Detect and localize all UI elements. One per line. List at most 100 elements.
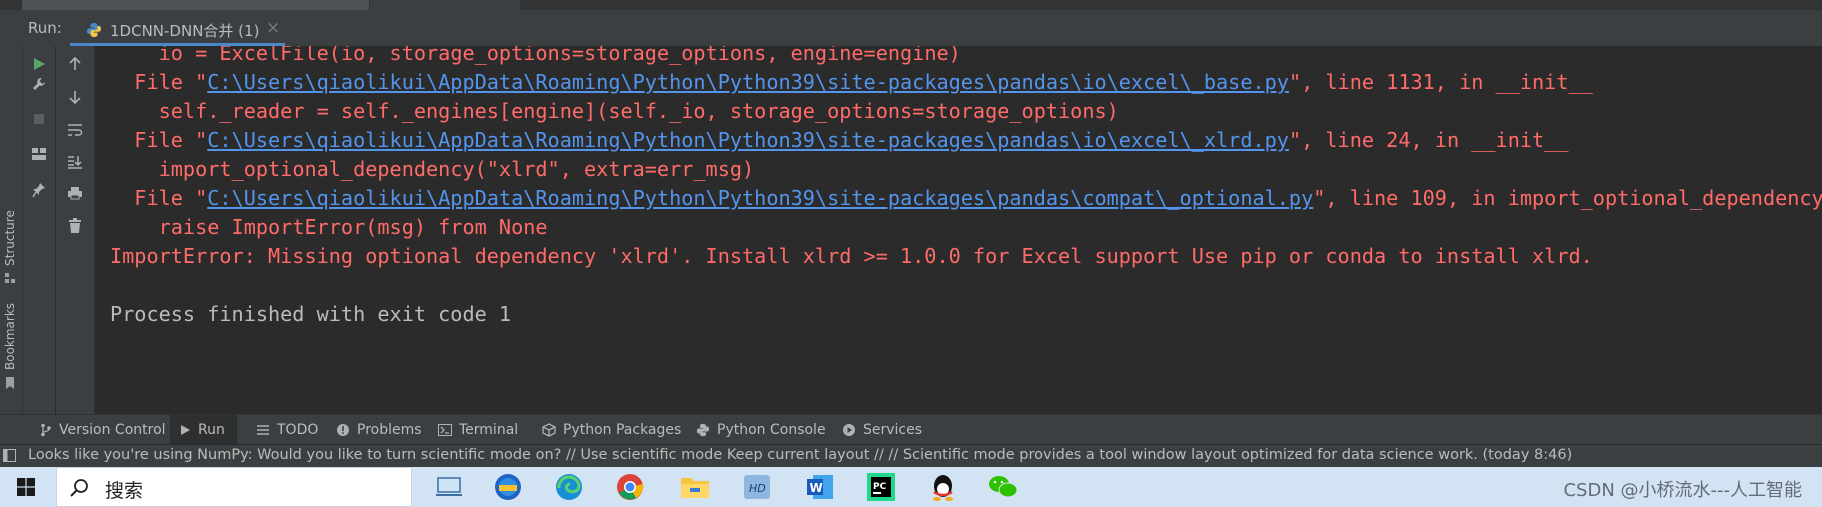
run-tab-title: 1DCNN-DNN合并 (1) (110, 22, 260, 40)
file-link[interactable]: C:\Users\qiaolikui\AppData\Roaming\Pytho… (207, 70, 1289, 94)
print-button[interactable] (63, 181, 87, 205)
wrench-icon (33, 78, 45, 90)
bookmarks-tab[interactable]: Bookmarks (3, 303, 17, 370)
qq-app[interactable] (918, 469, 968, 505)
horizontal-scroll-track (370, 0, 520, 10)
run-toolbar-right (56, 46, 95, 414)
tab-label: Python Console (717, 422, 826, 438)
pycharm-app[interactable]: PC (856, 469, 906, 505)
watermark: CSDN @小桥流水---人工智能 (1563, 480, 1802, 501)
folder-icon (681, 478, 709, 498)
hdd-tool-app[interactable]: HD (732, 469, 782, 505)
word-app[interactable]: W (795, 469, 845, 505)
python-icon (87, 23, 101, 37)
tab-label: Python Packages (563, 422, 682, 438)
tab-label: Version Control (59, 422, 166, 438)
python-console-icon (696, 423, 710, 437)
run-toolbar: Run: 1DCNN-DNN合并 (1) × (0, 10, 1822, 47)
tab-python-console[interactable]: Python Console (690, 415, 832, 445)
structure-icon (5, 273, 15, 283)
tab-services[interactable]: Services (836, 415, 928, 445)
pycharm-icon: PC (867, 473, 895, 501)
search-placeholder: 搜索 (105, 480, 144, 502)
bookmark-icon (6, 377, 14, 389)
status-bar: Looks like you're using NumPy: Would you… (0, 444, 1822, 467)
tab-label: Terminal (459, 422, 519, 438)
wechat-app[interactable] (978, 469, 1028, 505)
chrome-app[interactable] (605, 469, 655, 505)
search-icon (70, 479, 88, 497)
run-label: Run: (28, 19, 62, 37)
svg-text:PC: PC (873, 482, 887, 492)
stop-button[interactable] (27, 107, 51, 131)
status-message[interactable]: Looks like you're using NumPy: Would you… (28, 447, 1572, 463)
svg-text:W: W (810, 481, 823, 495)
tab-label: Problems (357, 422, 422, 438)
arrow-down-icon (69, 91, 81, 105)
stop-icon (34, 114, 44, 124)
wrap-icon (68, 124, 83, 136)
structure-tab[interactable]: Structure (3, 210, 17, 266)
scroll-up-button[interactable] (63, 52, 87, 76)
trash-icon (69, 218, 81, 233)
tab-terminal[interactable]: Terminal (432, 415, 524, 445)
edge-app[interactable] (544, 469, 594, 505)
top-scroll-strip (0, 0, 1822, 10)
globe-icon (495, 474, 521, 500)
tab-label: Services (863, 422, 923, 438)
tab-label: TODO (277, 422, 319, 438)
packages-icon (542, 423, 556, 437)
windows-icon (17, 478, 35, 496)
left-tool-strip: Structure Bookmarks (0, 46, 23, 414)
tab-todo[interactable]: TODO (250, 415, 324, 445)
settings-button[interactable] (27, 72, 51, 96)
scroll-down-button[interactable] (63, 85, 87, 109)
close-icon[interactable]: × (266, 18, 280, 38)
tab-run[interactable]: Run (170, 415, 237, 445)
info-icon (336, 423, 350, 437)
wechat-icon (989, 476, 1018, 498)
arrow-up-icon (69, 56, 81, 70)
word-icon: W (807, 475, 833, 499)
panel-toggle-icon[interactable] (3, 449, 16, 462)
file-link[interactable]: C:\Users\qiaolikui\AppData\Roaming\Pytho… (207, 128, 1289, 152)
network-app[interactable] (483, 469, 533, 505)
run-toolbar-left (23, 46, 55, 414)
clear-button[interactable] (63, 214, 87, 238)
layout-button[interactable] (27, 142, 51, 166)
hdd-icon: HD (744, 475, 770, 499)
print-icon (68, 187, 82, 200)
pin-button[interactable] (27, 178, 51, 202)
file-link[interactable]: C:\Users\qiaolikui\AppData\Roaming\Pytho… (207, 186, 1313, 210)
chrome-icon (617, 474, 644, 500)
edge-icon (556, 474, 582, 500)
scroll-end-icon (68, 156, 82, 169)
scroll-to-end-button[interactable] (63, 150, 87, 174)
layout-icon (32, 148, 46, 160)
file-explorer-app[interactable] (670, 469, 720, 505)
services-icon (842, 423, 856, 437)
qq-icon (933, 475, 953, 501)
windows-taskbar: 搜索 HD W PC CSDN @小桥流水---人工智能 (0, 467, 1822, 507)
start-button[interactable] (0, 467, 52, 507)
task-view-app[interactable] (424, 469, 474, 505)
tab-python-packages[interactable]: Python Packages (536, 415, 687, 445)
soft-wrap-button[interactable] (63, 118, 87, 142)
terminal-icon (438, 424, 452, 436)
error-message: ImportError: Missing optional dependency… (110, 244, 1593, 268)
horizontal-scrollbar[interactable] (22, 0, 369, 10)
run-tab[interactable]: 1DCNN-DNN合并 (1) × (70, 16, 285, 46)
tool-window-tabs: Version Control Run TODO Problems Termin… (0, 414, 1822, 445)
play-icon (34, 58, 45, 70)
branch-icon (40, 423, 52, 437)
pin-icon (32, 183, 45, 198)
console-output[interactable]: io = ExcelFile(io, storage_options=stora… (95, 46, 1822, 414)
play-icon (180, 424, 191, 436)
svg-text:HD: HD (749, 482, 766, 495)
tab-label: Run (198, 422, 225, 438)
list-icon (256, 424, 270, 436)
taskbar-search[interactable]: 搜索 (56, 467, 412, 507)
task-view-icon (436, 477, 462, 496)
tab-version-control[interactable]: Version Control (34, 415, 172, 445)
tab-problems[interactable]: Problems (330, 415, 428, 445)
